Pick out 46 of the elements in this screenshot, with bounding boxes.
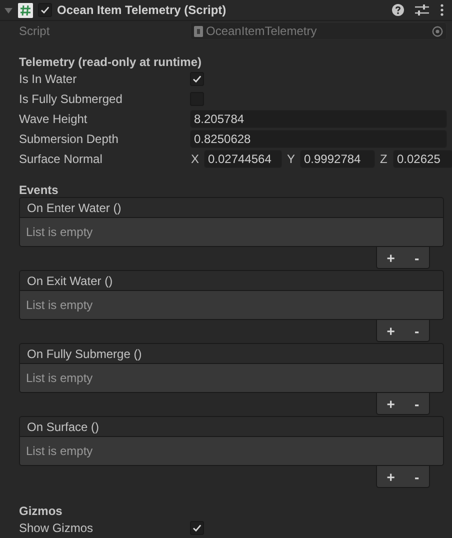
- event-header: On Enter Water (): [20, 198, 443, 218]
- empty-list-text: List is empty: [20, 218, 443, 246]
- object-picker-icon[interactable]: [432, 26, 443, 36]
- field-label: Is Fully Submerged: [19, 92, 124, 106]
- section-header: Telemetry (read-only at runtime): [19, 54, 202, 69]
- field-label: Submersion Depth: [19, 132, 120, 146]
- component-title: Ocean Item Telemetry (Script): [57, 3, 228, 17]
- script-field[interactable]: OceanItemTelemetry: [190, 22, 447, 40]
- add-button[interactable]: +: [384, 324, 398, 338]
- checkbox[interactable]: [190, 521, 204, 535]
- event-header: On Fully Submerge (): [20, 344, 443, 364]
- event-header: On Exit Water (): [20, 271, 443, 291]
- checkbox[interactable]: [190, 72, 204, 86]
- field-label: Surface Normal: [19, 152, 104, 166]
- field-label: Script: [19, 24, 51, 38]
- section-header: Events: [19, 182, 60, 197]
- settings-sliders-icon[interactable]: [415, 4, 429, 16]
- help-icon[interactable]: [392, 4, 404, 16]
- empty-list-text: List is empty: [20, 437, 443, 465]
- axis-label: X: [190, 152, 200, 166]
- empty-list-text: List is empty: [20, 364, 443, 392]
- axis-label: Z: [379, 152, 388, 166]
- script-file-icon: [194, 26, 203, 36]
- vector-component-field[interactable]: 0.02744564: [204, 150, 282, 168]
- vector-component-field[interactable]: 0.02625: [393, 150, 452, 168]
- add-button[interactable]: +: [384, 396, 398, 410]
- add-button[interactable]: +: [384, 250, 398, 264]
- checkbox[interactable]: [38, 3, 52, 17]
- remove-button[interactable]: -: [412, 396, 422, 410]
- more-options-icon[interactable]: [440, 4, 444, 16]
- field-label: Show Gizmos: [19, 521, 94, 535]
- remove-button[interactable]: -: [412, 324, 422, 338]
- remove-button[interactable]: -: [412, 250, 422, 264]
- vector-component-field[interactable]: 0.9992784: [300, 150, 375, 168]
- foldout-arrow-icon[interactable]: [4, 6, 13, 14]
- empty-list-text: List is empty: [20, 291, 443, 319]
- remove-button[interactable]: -: [412, 470, 422, 484]
- field-label: Is In Water: [19, 72, 78, 86]
- number-field[interactable]: 0.8250628: [190, 130, 447, 148]
- field-label: Wave Height: [19, 112, 88, 126]
- event-header: On Surface (): [20, 417, 443, 437]
- number-field[interactable]: 8.205784: [190, 110, 447, 128]
- add-button[interactable]: +: [384, 470, 398, 484]
- section-header: Gizmos: [19, 503, 64, 518]
- script-icon: [18, 2, 33, 18]
- axis-label: Y: [286, 152, 296, 166]
